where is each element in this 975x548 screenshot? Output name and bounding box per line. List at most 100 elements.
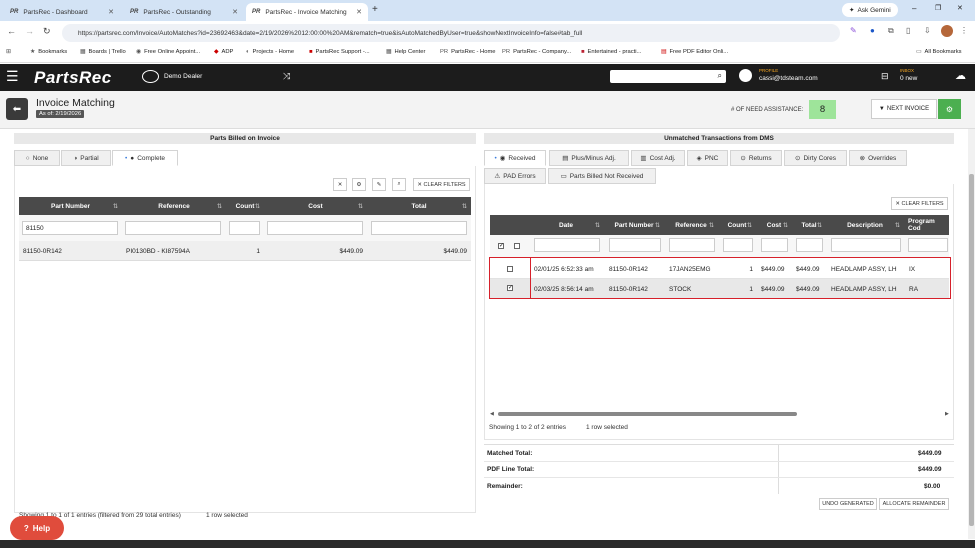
profile-email[interactable]: cassi@tdsteam.com	[759, 75, 818, 82]
extensions-icon[interactable]: ⧉	[888, 26, 894, 36]
browser-tab[interactable]: PR PartsRec - Outstanding ✕	[124, 3, 244, 21]
edit-icon[interactable]: ✎	[372, 178, 386, 191]
cost-filter-input[interactable]	[267, 221, 363, 235]
part-number-filter-input[interactable]: 81150	[22, 221, 118, 235]
bookmark-item[interactable]: ◆ ADP	[214, 49, 233, 55]
cloud-upload-icon[interactable]: ☁	[955, 69, 966, 82]
dealer-name[interactable]: Demo Dealer	[164, 73, 202, 80]
date-filter-input[interactable]	[534, 238, 600, 252]
filter-none-tab[interactable]: ○ None	[14, 150, 60, 166]
minimize-icon[interactable]: –	[912, 4, 916, 13]
extension-icon[interactable]: ●	[870, 26, 875, 35]
column-header-reference[interactable]: Reference ⇅	[122, 197, 226, 215]
menu-icon[interactable]: ⋮	[960, 26, 968, 35]
undo-generated-button[interactable]: UNDO GENERATED	[819, 498, 877, 510]
maximize-icon[interactable]: ❐	[935, 4, 941, 12]
forward-icon[interactable]: →	[25, 26, 34, 36]
sort-icon[interactable]: ⇅	[783, 222, 788, 229]
tab-dirty-cores[interactable]: ⊙ Dirty Cores	[784, 150, 847, 166]
need-assistance-count[interactable]: 8	[809, 100, 836, 119]
help-button[interactable]: ? Help	[10, 516, 64, 540]
sidebar-icon[interactable]: ▯	[906, 26, 910, 35]
scroll-left-icon[interactable]: ◀	[490, 411, 494, 417]
count-filter-input[interactable]	[723, 238, 753, 252]
program-code-filter-input[interactable]	[908, 238, 948, 252]
total-filter-input[interactable]	[796, 238, 823, 252]
back-icon[interactable]: ←	[7, 26, 16, 36]
close-icon[interactable]: ✕	[356, 8, 362, 16]
bookmark-item[interactable]: ▦ Boards | Trello	[80, 49, 126, 55]
column-header-description[interactable]: Description ⇅	[826, 215, 904, 235]
sort-icon[interactable]: ⇅	[895, 222, 900, 229]
browser-tab-active[interactable]: PR PartsRec - Invoice Matching ✕	[246, 3, 368, 21]
url-field[interactable]: https://partsrec.com/Invoice/AutoMatches…	[62, 24, 840, 42]
app-logo[interactable]: PartsRec	[34, 68, 112, 88]
sort-icon[interactable]: ⇅	[655, 222, 660, 229]
search-icon[interactable]: ⌕	[718, 71, 722, 81]
bookmark-item[interactable]: ■ PartsRec Support -...	[309, 49, 370, 55]
total-filter-input[interactable]	[371, 221, 467, 235]
sort-icon[interactable]: ⇅	[747, 222, 752, 229]
tab-parts-billed-not-received[interactable]: ▭ Parts Billed Not Received	[548, 168, 656, 184]
back-button[interactable]: ⬅	[6, 98, 28, 120]
new-tab-icon[interactable]: +	[372, 4, 378, 15]
scroll-right-icon[interactable]: ▶	[945, 411, 949, 417]
search-icon[interactable]: ⌕	[392, 178, 406, 191]
clear-icon[interactable]: ✕	[333, 178, 347, 191]
ask-gemini-button[interactable]: ✦ Ask Gemini	[842, 3, 898, 17]
column-header-part-number[interactable]: Part Number ⇅	[604, 215, 664, 235]
clear-filters-button[interactable]: ✕ CLEAR FILTERS	[891, 197, 948, 210]
column-header-total[interactable]: Total ⇅	[792, 215, 826, 235]
reference-filter-input[interactable]	[125, 221, 221, 235]
all-bookmarks[interactable]: ▭ All Bookmarks	[916, 49, 962, 55]
reload-icon[interactable]: ↻	[43, 26, 51, 37]
reference-filter-input[interactable]	[669, 238, 715, 252]
inbox-count[interactable]: 0 new	[900, 75, 917, 82]
browser-tab[interactable]: PR PartsRec - Dashboard ✕	[4, 3, 120, 21]
bookmark-item[interactable]: ▤ Free PDF Editor Onli...	[661, 49, 728, 55]
tab-plus-minus-adj[interactable]: ▤ Plus/Minus Adj.	[549, 150, 629, 166]
bookmark-item[interactable]: ◉ Free Online Appoint...	[136, 49, 200, 55]
column-header-date[interactable]: Date ⇅	[528, 215, 604, 235]
bookmark-item[interactable]: PR PartsRec - Company...	[502, 49, 571, 55]
close-window-icon[interactable]: ✕	[957, 4, 963, 12]
column-header-count[interactable]: Count ⇅	[718, 215, 756, 235]
tab-received[interactable]: • ◉ Received	[484, 150, 546, 166]
sort-icon[interactable]: ⇅	[255, 203, 260, 210]
hamburger-menu-icon[interactable]: ☰	[6, 69, 19, 83]
sort-icon[interactable]: ⇅	[358, 203, 363, 210]
settings-icon[interactable]: ⚙	[352, 178, 366, 191]
download-icon[interactable]: ⇩	[924, 26, 931, 35]
horizontal-scrollbar[interactable]	[498, 412, 797, 416]
page-scrollbar-thumb[interactable]	[969, 174, 974, 526]
sort-icon[interactable]: ⇅	[217, 203, 222, 210]
filter-partial-tab[interactable]: ◑ Partial	[61, 150, 111, 166]
column-header-count[interactable]: Count ⇅	[226, 197, 264, 215]
shuffle-icon[interactable]: ⤨	[283, 71, 290, 82]
sort-icon[interactable]: ⇅	[113, 203, 118, 210]
extension-icon[interactable]: ✎	[850, 26, 857, 35]
sort-icon[interactable]: ⇅	[595, 222, 600, 229]
close-icon[interactable]: ✕	[232, 8, 238, 16]
bookmark-item[interactable]: ▦ Help Center	[386, 49, 425, 55]
apps-icon[interactable]: ⊞	[6, 49, 11, 55]
tab-returns[interactable]: ⊙ Returns	[730, 150, 782, 166]
tab-overrides[interactable]: ⊗ Overrides	[849, 150, 907, 166]
close-icon[interactable]: ✕	[108, 8, 114, 16]
tab-pnc[interactable]: ◈ PNC	[687, 150, 728, 166]
column-header-total[interactable]: Total ⇅	[367, 197, 471, 215]
inbox-icon[interactable]: ⊟	[881, 71, 889, 82]
column-header-cost[interactable]: Cost ⇅	[756, 215, 792, 235]
next-invoice-button[interactable]: ▼ NEXT INVOICE	[871, 99, 937, 119]
global-search-input[interactable]: ⌕	[610, 70, 726, 83]
profile-icon[interactable]	[739, 69, 752, 82]
bookmark-item[interactable]: ■ Entertained - practi...	[581, 49, 641, 55]
column-header-cost[interactable]: Cost ⇅	[264, 197, 367, 215]
clear-filters-button[interactable]: ✕ CLEAR FILTERS	[413, 178, 470, 191]
deselect-checkbox[interactable]	[514, 243, 520, 249]
sort-icon[interactable]: ⇅	[817, 222, 822, 229]
bookmark-item[interactable]: ★ Bookmarks	[30, 49, 67, 55]
cost-filter-input[interactable]	[761, 238, 788, 252]
sort-icon[interactable]: ⇅	[462, 203, 467, 210]
tab-cost-adj[interactable]: ▥ Cost Adj.	[631, 150, 685, 166]
